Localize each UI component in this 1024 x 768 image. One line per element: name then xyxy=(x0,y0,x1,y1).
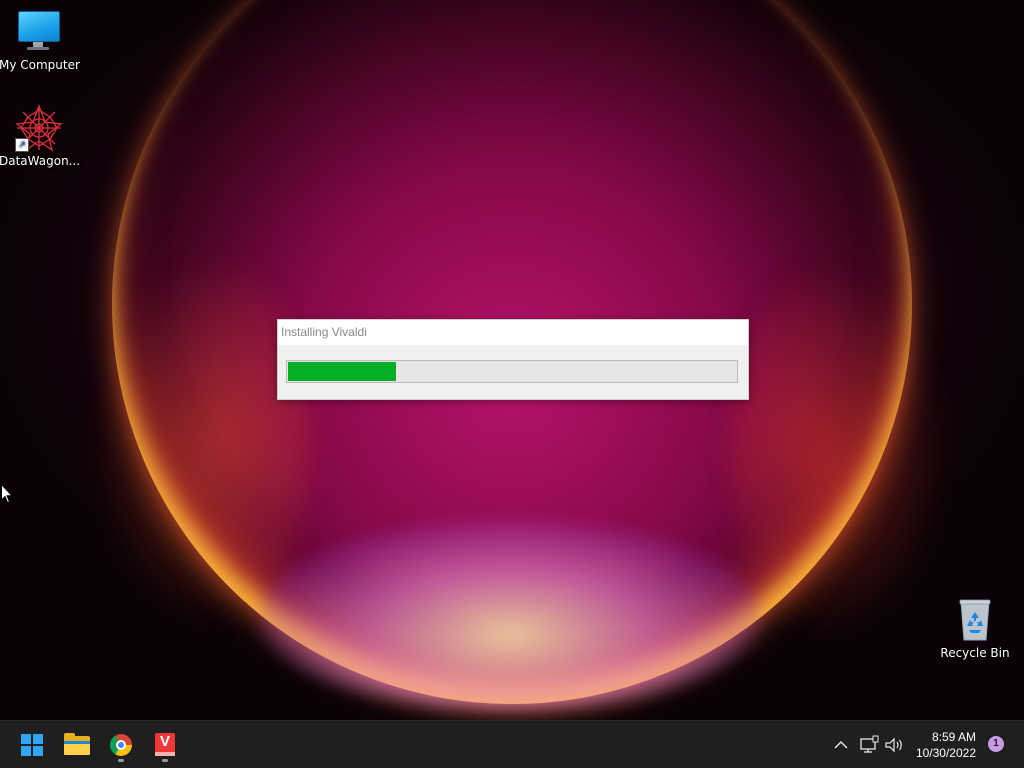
install-progress-bar xyxy=(286,360,738,383)
taskbar-chrome-button[interactable] xyxy=(103,727,139,763)
desktop-icon-recycle-bin[interactable]: Recycle Bin xyxy=(935,596,1015,660)
desktop-icon-label: Recycle Bin xyxy=(940,646,1010,660)
notification-badge[interactable]: 1 xyxy=(988,736,1004,752)
dialog-body xyxy=(278,345,748,399)
wallpaper-glow-bottom xyxy=(260,520,760,710)
taskbar-vivaldi-installer-button[interactable]: V xyxy=(147,727,183,763)
install-progress-fill xyxy=(288,362,396,381)
taskbar-start-button[interactable] xyxy=(14,727,50,763)
taskbar-clock[interactable]: 8:59 AM 10/30/2022 xyxy=(906,729,976,761)
network-icon xyxy=(860,735,879,753)
shortcut-arrow-icon: ↗ xyxy=(15,138,29,152)
desktop-icon-my-computer[interactable]: My Computer xyxy=(0,8,80,72)
dialog-title: Installing Vivaldi xyxy=(281,325,367,339)
computer-icon xyxy=(15,8,63,56)
running-indicator xyxy=(162,759,168,762)
volume-icon xyxy=(885,737,902,753)
taskbar-file-explorer-button[interactable] xyxy=(59,727,95,763)
tray-network-button[interactable] xyxy=(858,733,880,757)
recycle-bin-icon xyxy=(951,596,999,644)
tray-volume-button[interactable] xyxy=(883,733,905,757)
desktop-icon-label: DataWagon... xyxy=(0,154,81,168)
tray-overflow-button[interactable] xyxy=(832,733,850,757)
clock-date: 10/30/2022 xyxy=(915,746,976,760)
chevron-up-icon xyxy=(834,741,848,749)
desktop-icon-datawagon[interactable]: ↗ DataWagon... xyxy=(0,104,81,168)
windows-start-icon xyxy=(21,734,43,756)
mouse-cursor-icon xyxy=(1,484,13,504)
taskbar: V 8:59 AM 10/30/2022 1 xyxy=(0,720,1024,768)
installer-dialog[interactable]: Installing Vivaldi xyxy=(277,319,749,400)
running-indicator xyxy=(118,759,124,762)
desktop-icon-label: My Computer xyxy=(0,58,80,72)
clock-time: 8:59 AM xyxy=(931,730,976,744)
datawagon-icon: ↗ xyxy=(15,104,63,152)
